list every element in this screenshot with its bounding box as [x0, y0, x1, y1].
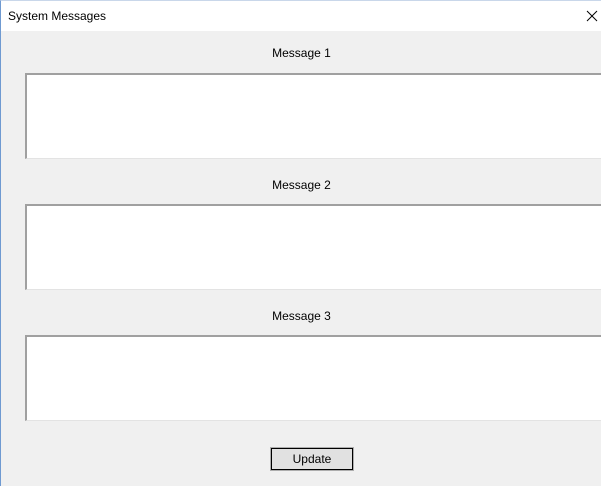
close-icon	[586, 10, 598, 22]
message-1-label: Message 1	[272, 46, 331, 60]
title-bar[interactable]: System Messages	[1, 1, 601, 31]
message-3-field[interactable]	[25, 335, 601, 421]
system-messages-dialog: System Messages Message 1 Message 2 Mess…	[0, 0, 601, 486]
message-2-field[interactable]	[25, 204, 601, 290]
update-button[interactable]: Update	[270, 447, 354, 471]
close-button[interactable]	[583, 1, 601, 31]
message-3-label: Message 3	[272, 309, 331, 323]
message-1-field[interactable]	[25, 73, 601, 159]
message-2-label: Message 2	[272, 178, 331, 192]
window-title: System Messages	[8, 9, 107, 23]
